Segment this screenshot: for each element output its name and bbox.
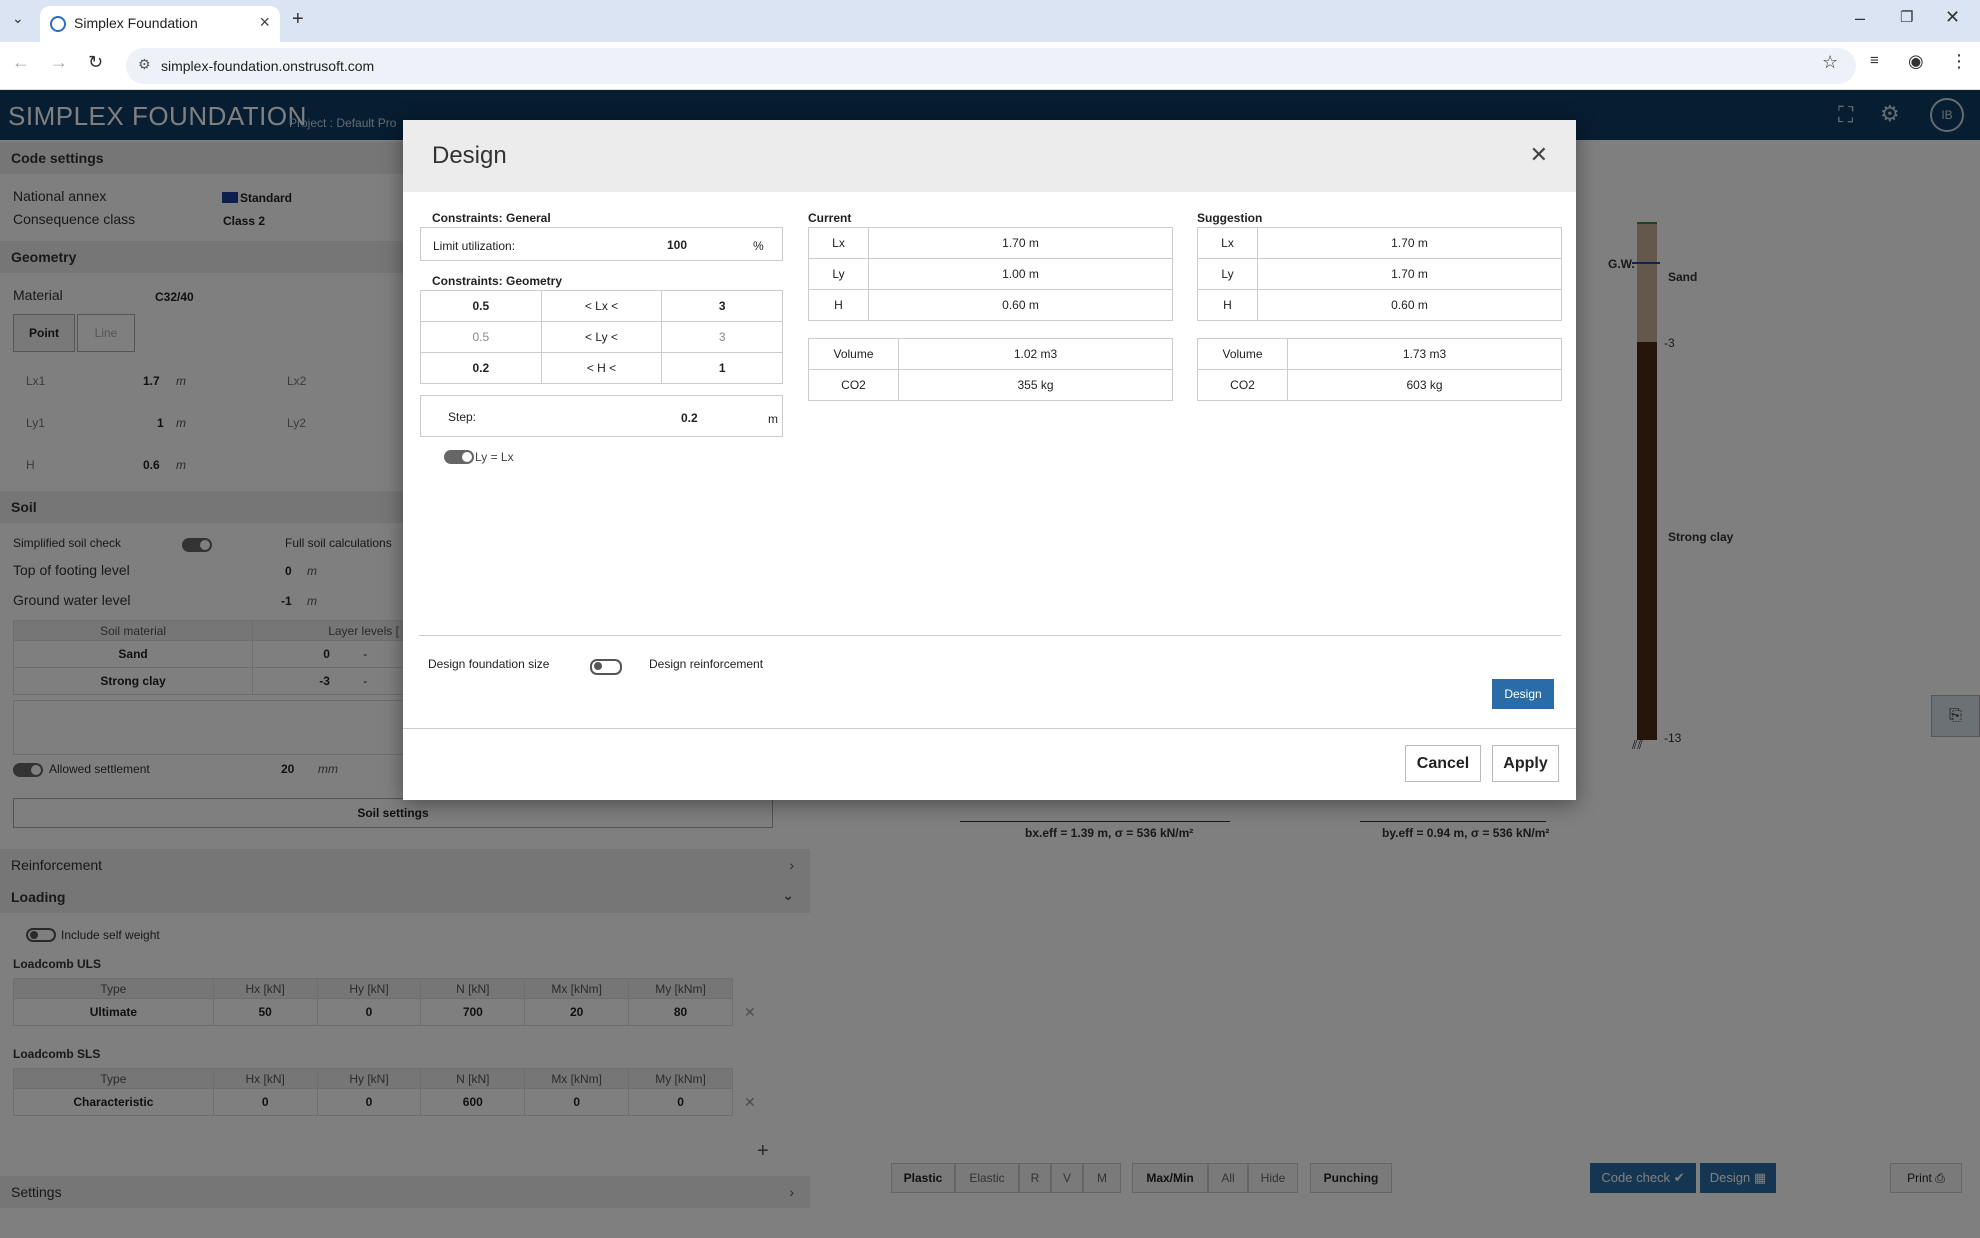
table-row: Volume 1.73 m3 (1197, 338, 1562, 370)
current-ly-label: Ly (808, 258, 869, 290)
current-title: Current (808, 211, 852, 225)
suggestion-h-value: 0.60 m (1257, 289, 1562, 321)
design-button[interactable]: Design (1492, 679, 1554, 709)
ly-min-input[interactable]: 0.5 (420, 321, 542, 353)
forward-icon[interactable]: → (50, 52, 68, 73)
h-min-input[interactable]: 0.2 (420, 352, 542, 384)
current-h-label: H (808, 289, 869, 321)
table-row: Lx 1.70 m (1197, 227, 1562, 259)
lx-min-input[interactable]: 0.5 (420, 290, 542, 322)
ly-operator: < Ly < (540, 321, 663, 353)
step-value[interactable]: 0.2 (681, 411, 698, 425)
current-volume-table: Volume 1.02 m3 CO2 355 kg (808, 338, 1173, 401)
favicon-icon (50, 16, 66, 32)
ly-equals-lx-label: Ly = Lx (475, 450, 514, 464)
suggestion-ly-label: Ly (1197, 258, 1258, 290)
step-box: Step: 0.2 m (420, 395, 783, 437)
table-row: Volume 1.02 m3 (808, 338, 1173, 370)
tab-title: Simplex Foundation (74, 15, 198, 31)
geometry-constraints-table: 0.5 < Lx < 3 0.5 < Ly < 3 0.2 < H < 1 (420, 290, 783, 384)
current-lx-label: Lx (808, 227, 869, 259)
dialog-title: Design (432, 142, 507, 169)
design-size-label: Design foundation size (428, 657, 550, 671)
current-co2-label: CO2 (808, 369, 899, 401)
omnibox[interactable]: ⚙ simplex-foundation.onstrusoft.com (126, 48, 1856, 84)
current-co2-value: 355 kg (898, 369, 1173, 401)
ly-max-input[interactable]: 3 (661, 321, 783, 353)
tab-search-icon[interactable]: ⌄ (12, 10, 24, 27)
design-reinforcement-label: Design reinforcement (649, 657, 764, 671)
lx-max-input[interactable]: 3 (661, 290, 783, 322)
limit-utilization-box: Limit utilization: 100 % (420, 227, 783, 261)
constraints-geometry-title: Constraints: Geometry (432, 274, 563, 288)
table-row: 0.5 < Lx < 3 (420, 290, 783, 322)
limit-utilization-unit: % (753, 239, 764, 253)
suggestion-volume-label: Volume (1197, 338, 1288, 370)
current-lx-value: 1.70 m (868, 227, 1173, 259)
bookmark-star-icon[interactable]: ☆ (1822, 52, 1838, 73)
design-mode-toggle[interactable] (590, 659, 622, 675)
table-row: CO2 603 kg (1197, 369, 1562, 401)
suggestion-volume-value: 1.73 m3 (1287, 338, 1562, 370)
media-icon[interactable]: ≡ (1870, 52, 1879, 69)
tab-close-icon[interactable]: × (259, 12, 270, 33)
profile-icon[interactable]: ◉ (1908, 51, 1924, 72)
window-close-icon[interactable]: ✕ (1945, 7, 1960, 28)
table-row: Lx 1.70 m (808, 227, 1173, 259)
cancel-button[interactable]: Cancel (1405, 745, 1481, 782)
suggestion-co2-label: CO2 (1197, 369, 1288, 401)
dialog-divider (419, 635, 1561, 636)
step-label: Step: (448, 410, 477, 424)
suggestion-lx-label: Lx (1197, 227, 1258, 259)
table-row: 0.2 < H < 1 (420, 352, 783, 384)
constraints-general-title: Constraints: General (432, 211, 551, 225)
h-max-input[interactable]: 1 (661, 352, 783, 384)
current-volume-label: Volume (808, 338, 899, 370)
limit-utilization-label: Limit utilization: (433, 239, 516, 253)
current-volume-value: 1.02 m3 (898, 338, 1173, 370)
suggestion-ly-value: 1.70 m (1257, 258, 1562, 290)
reload-icon[interactable]: ↻ (88, 52, 103, 73)
new-tab-icon[interactable]: + (292, 8, 304, 31)
suggestion-lx-value: 1.70 m (1257, 227, 1562, 259)
table-row: Ly 1.00 m (808, 258, 1173, 290)
suggestion-co2-value: 603 kg (1287, 369, 1562, 401)
suggestion-h-label: H (1197, 289, 1258, 321)
minimize-icon[interactable]: – (1855, 8, 1865, 29)
address-bar: ← → ↻ ⚙ simplex-foundation.onstrusoft.co… (0, 42, 1980, 90)
table-row: Ly 1.70 m (1197, 258, 1562, 290)
table-row: CO2 355 kg (808, 369, 1173, 401)
back-icon[interactable]: ← (12, 52, 30, 73)
restore-icon[interactable]: ❐ (1900, 8, 1913, 26)
menu-icon[interactable]: ⋮ (1950, 51, 1968, 72)
dialog-header: Design ✕ (403, 120, 1576, 192)
ly-equals-lx-toggle[interactable] (444, 450, 474, 464)
current-ly-value: 1.00 m (868, 258, 1173, 290)
browser-tabbar: ⌄ Simplex Foundation × + – ❐ ✕ (0, 0, 1980, 42)
suggestion-dimensions-table: Lx 1.70 m Ly 1.70 m H 0.60 m (1197, 227, 1562, 321)
suggestion-title: Suggestion (1197, 211, 1263, 225)
current-dimensions-table: Lx 1.70 m Ly 1.00 m H 0.60 m (808, 227, 1173, 321)
current-h-value: 0.60 m (868, 289, 1173, 321)
design-dialog: Design ✕ Constraints: General Limit util… (403, 120, 1576, 800)
table-row: H 0.60 m (808, 289, 1173, 321)
step-unit: m (768, 412, 778, 426)
browser-tab[interactable]: Simplex Foundation × (40, 6, 280, 42)
url-text: simplex-foundation.onstrusoft.com (161, 58, 375, 74)
table-row: 0.5 < Ly < 3 (420, 321, 783, 353)
limit-utilization-value[interactable]: 100 (667, 238, 687, 252)
lx-operator: < Lx < (540, 290, 663, 322)
suggestion-volume-table: Volume 1.73 m3 CO2 603 kg (1197, 338, 1562, 401)
apply-button[interactable]: Apply (1492, 745, 1559, 782)
dialog-footer-divider (403, 728, 1576, 729)
table-row: H 0.60 m (1197, 289, 1562, 321)
h-operator: < H < (540, 352, 663, 384)
site-info-icon[interactable]: ⚙ (138, 56, 151, 73)
close-icon[interactable]: ✕ (1530, 142, 1548, 168)
